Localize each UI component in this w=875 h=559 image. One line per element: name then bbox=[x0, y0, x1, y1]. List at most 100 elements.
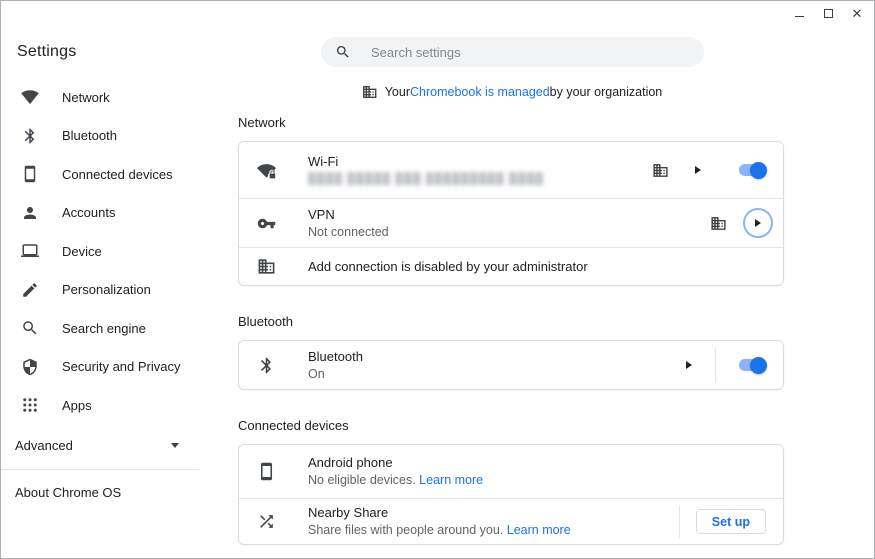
sidebar-item-search-engine[interactable]: Search engine bbox=[1, 309, 199, 348]
minimize-button[interactable] bbox=[793, 7, 805, 19]
section-network: Network Wi-Fi ████ █████ ███ █████████ █… bbox=[238, 115, 784, 286]
managed-policy-icon bbox=[652, 162, 669, 179]
sidebar-item-advanced[interactable]: Advanced bbox=[1, 430, 199, 462]
maximize-icon bbox=[823, 8, 833, 18]
bluetooth-text: Bluetooth On bbox=[308, 349, 363, 382]
bluetooth-section-header: Bluetooth bbox=[238, 314, 293, 329]
sidebar-item-network[interactable]: Network bbox=[1, 78, 199, 117]
sidebar-item-personalization[interactable]: Personalization bbox=[1, 271, 199, 310]
sidebar-item-apps[interactable]: Apps bbox=[1, 386, 199, 425]
sidebar-nav: Network Bluetooth Connected devices Acco… bbox=[1, 78, 199, 510]
bluetooth-row-controls bbox=[686, 341, 767, 389]
vertical-divider bbox=[715, 348, 716, 382]
vpn-row[interactable]: VPN Not connected bbox=[239, 198, 783, 247]
sidebar-item-connected-devices[interactable]: Connected devices bbox=[1, 155, 199, 194]
sidebar-item-label: Apps bbox=[62, 397, 92, 413]
android-phone-title: Android phone bbox=[308, 455, 393, 470]
about-label: About Chrome OS bbox=[15, 485, 122, 500]
add-connection-disabled-text: Add connection is disabled by your admin… bbox=[308, 259, 588, 274]
connected-devices-card: Android phone No eligible devices. Learn… bbox=[238, 444, 784, 545]
sidebar: Settings Network Bluetooth Connected dev… bbox=[1, 25, 199, 558]
close-button[interactable]: ✕ bbox=[851, 7, 863, 20]
managed-policy-icon bbox=[710, 215, 727, 232]
sidebar-divider bbox=[1, 468, 199, 470]
section-bluetooth: Bluetooth Bluetooth On bbox=[238, 314, 784, 390]
managed-text-suffix: by your organization bbox=[549, 85, 663, 99]
bluetooth-row[interactable]: Bluetooth On bbox=[239, 341, 783, 389]
managed-link[interactable]: Chromebook is managed bbox=[410, 85, 550, 99]
wifi-lock-icon bbox=[257, 161, 276, 180]
pen-icon bbox=[21, 281, 39, 299]
key-icon bbox=[257, 214, 276, 233]
sidebar-item-label: Bluetooth bbox=[62, 128, 117, 144]
managed-policy-icon bbox=[257, 257, 276, 276]
sidebar-item-label: Security and Privacy bbox=[62, 359, 181, 375]
android-phone-text: Android phone No eligible devices. Learn… bbox=[308, 455, 483, 488]
vpn-expand-button[interactable] bbox=[743, 208, 773, 238]
bluetooth-icon bbox=[257, 356, 276, 375]
sidebar-item-security-privacy[interactable]: Security and Privacy bbox=[1, 348, 199, 387]
bluetooth-toggle-knob bbox=[750, 356, 767, 374]
smartphone-icon bbox=[257, 462, 276, 481]
sidebar-item-label: Device bbox=[62, 243, 102, 259]
wifi-icon bbox=[21, 88, 39, 106]
wifi-network-name-redacted: ████ █████ ███ █████████ ████ bbox=[308, 172, 545, 185]
search-input[interactable] bbox=[371, 44, 692, 60]
nearby-share-desc: Share files with people around you. bbox=[308, 523, 507, 537]
wifi-text: Wi-Fi ████ █████ ███ █████████ ████ bbox=[308, 154, 544, 187]
sidebar-item-label: Accounts bbox=[62, 205, 116, 221]
nearby-learn-more-link[interactable]: Learn more bbox=[507, 523, 571, 537]
chevron-right-icon[interactable] bbox=[695, 166, 701, 174]
chevron-right-icon bbox=[755, 219, 761, 227]
settings-window: ✕ Settings Network Bluetooth Connected d… bbox=[0, 0, 875, 559]
person-icon bbox=[21, 204, 39, 222]
android-phone-subtitle: No eligible devices. Learn more bbox=[308, 472, 483, 488]
network-section-header: Network bbox=[238, 115, 286, 130]
android-phone-status: No eligible devices. bbox=[308, 473, 420, 487]
connected-devices-section-header: Connected devices bbox=[238, 418, 349, 433]
maximize-button[interactable] bbox=[822, 7, 834, 19]
wifi-title: Wi-Fi bbox=[308, 153, 339, 169]
vpn-row-controls bbox=[710, 208, 773, 238]
search-icon bbox=[21, 319, 39, 337]
managed-text-prefix: Your bbox=[384, 85, 411, 99]
nearby-share-title: Nearby Share bbox=[308, 505, 389, 520]
sidebar-item-bluetooth[interactable]: Bluetooth bbox=[1, 117, 199, 156]
network-card: Wi-Fi ████ █████ ███ █████████ ████ VPN … bbox=[238, 141, 784, 286]
wifi-row[interactable]: Wi-Fi ████ █████ ███ █████████ ████ bbox=[239, 142, 783, 198]
bluetooth-icon bbox=[21, 127, 39, 145]
sidebar-item-about-chrome-os[interactable]: About Chrome OS bbox=[1, 476, 199, 510]
main-content: Network Wi-Fi ████ █████ ███ █████████ █… bbox=[238, 109, 784, 545]
minimize-icon bbox=[794, 15, 804, 17]
vpn-text: VPN Not connected bbox=[308, 207, 389, 240]
nearby-share-row[interactable]: Nearby Share Share files with people aro… bbox=[239, 498, 783, 544]
setup-button[interactable]: Set up bbox=[695, 509, 766, 534]
sidebar-item-label: Connected devices bbox=[62, 166, 173, 182]
chevron-right-icon[interactable] bbox=[686, 361, 692, 369]
wifi-toggle[interactable] bbox=[739, 161, 767, 179]
sidebar-item-label: Network bbox=[62, 89, 110, 105]
search-bar[interactable] bbox=[321, 37, 704, 67]
vpn-title: VPN bbox=[308, 206, 335, 222]
shield-icon bbox=[21, 358, 39, 376]
nearby-share-icon bbox=[257, 512, 276, 531]
section-connected-devices: Connected devices Android phone No eligi… bbox=[238, 418, 784, 545]
wifi-toggle-knob bbox=[750, 161, 767, 179]
nearby-share-subtitle: Share files with people around you. Lear… bbox=[308, 522, 571, 538]
advanced-label: Advanced bbox=[15, 438, 73, 453]
android-learn-more-link[interactable]: Learn more bbox=[419, 473, 483, 487]
sidebar-item-device[interactable]: Device bbox=[1, 232, 199, 271]
managed-banner: Your Chromebook is managed by your organ… bbox=[362, 84, 663, 100]
add-connection-row: Add connection is disabled by your admin… bbox=[239, 247, 783, 285]
bluetooth-toggle[interactable] bbox=[739, 356, 767, 374]
vpn-status: Not connected bbox=[308, 224, 389, 239]
page-title: Settings bbox=[17, 43, 77, 60]
sidebar-item-accounts[interactable]: Accounts bbox=[1, 194, 199, 233]
bluetooth-title: Bluetooth bbox=[308, 348, 363, 364]
android-phone-row[interactable]: Android phone No eligible devices. Learn… bbox=[239, 445, 783, 498]
organization-icon bbox=[362, 84, 378, 100]
bluetooth-card: Bluetooth On bbox=[238, 340, 784, 390]
nearby-share-text: Nearby Share Share files with people aro… bbox=[308, 505, 571, 538]
wifi-row-controls bbox=[652, 161, 767, 179]
laptop-icon bbox=[21, 242, 39, 260]
